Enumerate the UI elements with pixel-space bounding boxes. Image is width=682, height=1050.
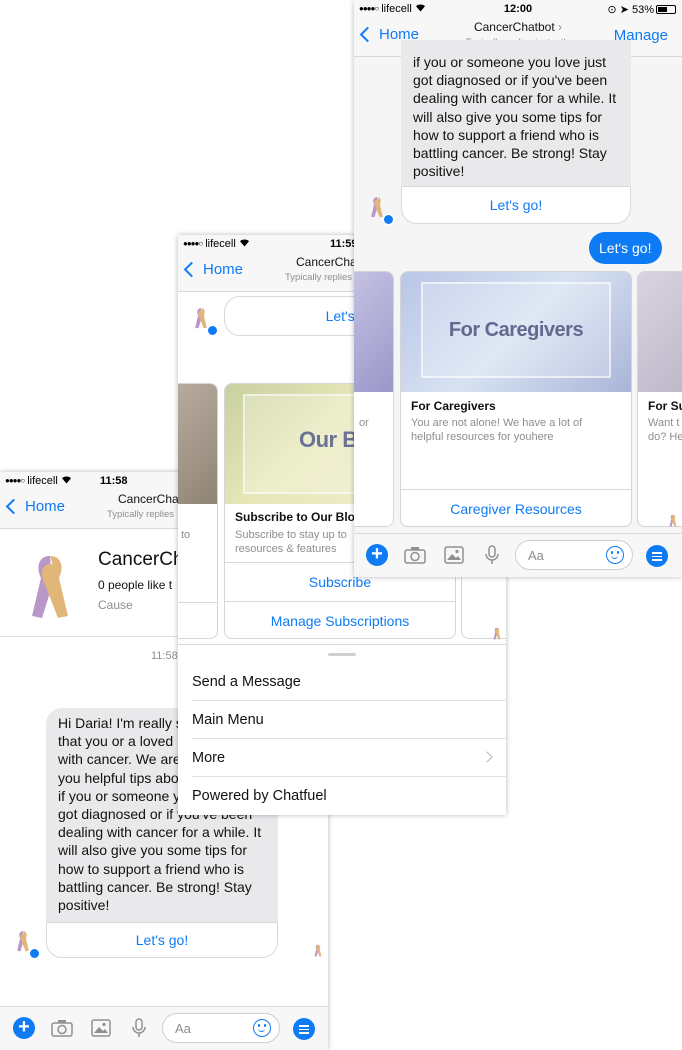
card-description-line: do? He bbox=[648, 431, 682, 443]
card-image bbox=[178, 384, 217, 504]
card-button[interactable] bbox=[178, 602, 217, 638]
emoji-icon[interactable] bbox=[253, 1019, 271, 1037]
messenger-badge-icon bbox=[29, 948, 40, 959]
messenger-badge-icon bbox=[207, 325, 218, 336]
composer: + Aa bbox=[354, 533, 682, 577]
card-previous: to bbox=[178, 383, 218, 639]
read-receipt-icon bbox=[493, 627, 501, 640]
menu-item-send-message[interactable]: Send a Message bbox=[192, 663, 506, 701]
chevron-right-icon: › bbox=[558, 20, 563, 34]
message-line: how to support a friend who is bbox=[413, 126, 599, 143]
image-icon[interactable] bbox=[443, 545, 465, 565]
read-receipt-icon bbox=[669, 514, 677, 527]
card-image-text: For Caregivers bbox=[448, 319, 584, 341]
chevron-left-icon bbox=[183, 261, 200, 278]
card-caregivers: For Caregivers For Caregivers You are no… bbox=[400, 271, 632, 527]
plus-icon[interactable]: + bbox=[366, 544, 388, 566]
message-line: positive! bbox=[58, 897, 110, 914]
camera-icon[interactable] bbox=[404, 545, 426, 565]
card-next: For Su Want t do? He bbox=[637, 271, 682, 527]
menu-icon[interactable] bbox=[293, 1018, 315, 1040]
page-category: Cause bbox=[98, 598, 133, 612]
manage-subscriptions-button[interactable]: Manage Subscriptions bbox=[225, 601, 455, 638]
back-button[interactable]: Home bbox=[183, 261, 243, 278]
message-line: positive! bbox=[413, 163, 465, 180]
card-title: For Caregivers bbox=[411, 399, 496, 413]
message-line: battling cancer. Be strong! Stay bbox=[413, 145, 607, 162]
menu-item-more[interactable]: More bbox=[192, 739, 506, 777]
lets-go-button[interactable]: Let's go! bbox=[46, 922, 278, 958]
camera-icon[interactable] bbox=[51, 1018, 73, 1038]
message-line: battling cancer. Be strong! Stay bbox=[58, 878, 252, 895]
message-line: dealing with cancer for a while. It bbox=[413, 90, 617, 107]
bot-avatar-icon bbox=[17, 931, 29, 952]
message-line: dealing with cancer for a while. It bbox=[58, 824, 262, 841]
ribbon-icon bbox=[32, 556, 68, 618]
card-image: For Caregivers bbox=[401, 272, 631, 392]
caregiver-resources-button[interactable]: Caregiver Resources bbox=[401, 489, 631, 526]
card-title: Subscribe to Our Blo bbox=[235, 510, 356, 524]
message-line: if you or someone you love just bbox=[413, 54, 606, 70]
microphone-icon[interactable] bbox=[128, 1018, 150, 1038]
card-image bbox=[354, 272, 393, 392]
persistent-menu: Send a Message Main Menu More Powered by… bbox=[178, 644, 506, 815]
battery-icon bbox=[656, 5, 676, 14]
card-description-line: Want t bbox=[648, 417, 680, 429]
user-message: Let's go! bbox=[589, 232, 662, 264]
page-likes: 0 people like t bbox=[98, 578, 173, 592]
menu-item-main-menu[interactable]: Main Menu bbox=[192, 701, 506, 739]
microphone-icon[interactable] bbox=[481, 545, 503, 565]
card-image bbox=[638, 272, 682, 392]
wifi-icon bbox=[61, 475, 72, 487]
chevron-right-icon bbox=[481, 751, 493, 763]
back-button[interactable]: Home bbox=[5, 498, 65, 515]
location-icon: ➤ bbox=[619, 4, 629, 16]
sheet-handle[interactable] bbox=[328, 653, 356, 656]
status-bar: ●●●●○ lifecell 12:00 ⊙ ➤ 53% bbox=[354, 0, 682, 17]
messenger-badge-icon bbox=[383, 214, 394, 225]
message-line: got diagnosed or if you've been bbox=[413, 72, 608, 89]
card-title: For Su bbox=[648, 399, 682, 413]
card-description: to bbox=[181, 529, 191, 541]
bot-avatar-icon bbox=[371, 197, 383, 218]
message-input[interactable]: Aa bbox=[515, 540, 633, 570]
read-receipt-icon bbox=[314, 944, 322, 957]
composer: + Aa bbox=[0, 1006, 328, 1050]
message-input[interactable]: Aa bbox=[162, 1013, 280, 1043]
chevron-left-icon bbox=[5, 498, 22, 515]
message-line: will also give you some tips for bbox=[58, 842, 248, 859]
plus-icon[interactable]: + bbox=[13, 1017, 35, 1039]
signal-icon: ●●●●○ bbox=[183, 239, 203, 248]
menu-icon[interactable] bbox=[646, 545, 668, 567]
intro-message: if you or someone you love just got diag… bbox=[401, 40, 631, 188]
image-icon[interactable] bbox=[90, 1018, 112, 1038]
message-line: will also give you some tips for bbox=[413, 108, 603, 125]
screen-right: ●●●●○ lifecell 12:00 ⊙ ➤ 53% Home Cancer… bbox=[354, 0, 682, 577]
card-description: or bbox=[359, 417, 369, 429]
wifi-icon bbox=[239, 238, 250, 250]
lets-go-button[interactable]: Let's go! bbox=[401, 186, 631, 224]
emoji-icon[interactable] bbox=[606, 546, 624, 564]
lock-rotation-icon: ⊙ bbox=[607, 4, 617, 16]
message-timestamp: 11:58 bbox=[151, 650, 178, 662]
menu-item-powered-by[interactable]: Powered by Chatfuel bbox=[192, 777, 506, 815]
card-previous: or bbox=[354, 271, 394, 527]
bot-avatar-icon bbox=[195, 308, 207, 329]
card-description: You are not alone! We have a lot of help… bbox=[411, 417, 583, 443]
status-time: 11:58 bbox=[100, 475, 128, 487]
signal-icon: ●●●●○ bbox=[5, 476, 25, 485]
message-line: how to support a friend who is bbox=[58, 860, 244, 877]
